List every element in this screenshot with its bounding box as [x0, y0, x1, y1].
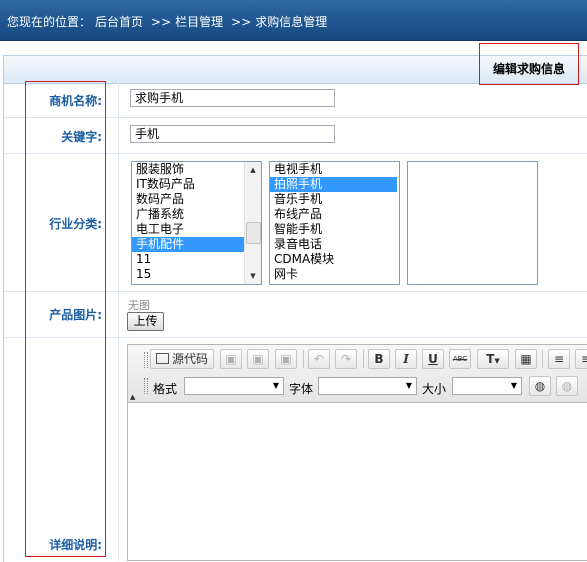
list-item[interactable]: 电工电子: [132, 222, 261, 237]
list-item-selected[interactable]: 拍照手机: [270, 177, 397, 192]
paste-icon: ▣: [280, 352, 292, 366]
underline-icon: U: [428, 352, 438, 366]
strikethrough-icon: ABC: [452, 355, 468, 363]
copy-icon: ▣: [252, 352, 264, 366]
bold-button[interactable]: B: [368, 349, 390, 369]
list-item[interactable]: 录音电话: [270, 237, 399, 252]
italic-icon: I: [403, 352, 409, 366]
scroll-up-icon[interactable]: ▲: [245, 162, 261, 178]
scroll-down-icon[interactable]: ▼: [245, 268, 261, 284]
editor-toolbar: 源代码 ▣ ▣ ▣ ↶ ↷ B I U ABC T▼ ▦ ≡ ≡ 格式 ▼ 字体…: [128, 345, 587, 403]
top-bar: 您现在的位置： 后台首页 >> 栏目管理 >> 求购信息管理: [0, 0, 587, 41]
list-item-selected[interactable]: 手机配件: [132, 237, 245, 252]
name-label: 商机名称:: [49, 94, 102, 108]
list-item[interactable]: 布线产品: [270, 207, 399, 222]
unlink-button[interactable]: ◍: [556, 376, 578, 396]
undo-button[interactable]: ↶: [308, 349, 330, 369]
upload-button[interactable]: 上传: [127, 312, 164, 331]
chevron-down-icon: ▼: [494, 357, 500, 365]
undo-icon: ↶: [313, 352, 325, 366]
copy-button[interactable]: ▣: [247, 349, 269, 369]
toolbar-grip[interactable]: [144, 378, 148, 394]
align-left-button[interactable]: ≡: [548, 349, 570, 369]
industry-level2-list[interactable]: 电视手机 拍照手机 音乐手机 布线产品 智能手机 录音电话 CDMA模块 网卡: [269, 161, 400, 285]
unlink-icon: ◍: [561, 379, 573, 393]
breadcrumb-separator: >>: [151, 15, 172, 29]
list-item[interactable]: 11: [132, 252, 261, 267]
align-icon: ≡: [553, 352, 565, 366]
breadcrumb-home[interactable]: 后台首页: [95, 15, 143, 29]
collapse-toolbar-icon[interactable]: ▲: [130, 393, 135, 401]
no-image-text: 无图: [128, 299, 150, 312]
cut-icon: ▣: [225, 352, 237, 366]
rich-text-editor: 源代码 ▣ ▣ ▣ ↶ ↷ B I U ABC T▼ ▦ ≡ ≡ 格式 ▼ 字体…: [127, 344, 587, 561]
industry-level1-list[interactable]: 服装服饰 IT数码产品 数码产品 广播系统 电工电子 手机配件 11 15 ▲ …: [131, 161, 262, 285]
link-button[interactable]: ◍: [529, 376, 551, 396]
list-item[interactable]: 15: [132, 267, 261, 282]
format-label: 格式: [153, 382, 178, 396]
redo-icon: ↷: [340, 352, 352, 366]
toolbar-separator: [363, 350, 364, 368]
chevron-down-icon: ▼: [405, 381, 413, 390]
font-label: 字体: [289, 382, 314, 396]
breadcrumb-prefix: 您现在的位置：: [7, 15, 92, 29]
source-code-label: 源代码: [172, 352, 209, 366]
breadcrumb-purchase-info[interactable]: 求购信息管理: [255, 15, 327, 29]
list-item[interactable]: 音乐手机: [270, 192, 399, 207]
align-center-button[interactable]: ≡: [575, 349, 587, 369]
bold-icon: B: [374, 352, 384, 366]
size-select[interactable]: ▼: [452, 377, 522, 395]
name-input[interactable]: 求购手机: [130, 89, 335, 107]
list-item[interactable]: CDMA模块: [270, 252, 399, 267]
paste-button[interactable]: ▣: [275, 349, 297, 369]
list-item[interactable]: 网卡: [270, 267, 399, 282]
list-item[interactable]: 服装服饰: [132, 162, 261, 177]
toolbar-separator: [303, 350, 304, 368]
industry-label: 行业分类:: [49, 217, 102, 231]
toolbar-separator: [542, 350, 543, 368]
format-select[interactable]: ▼: [184, 377, 284, 395]
redo-button[interactable]: ↷: [335, 349, 357, 369]
list-item[interactable]: 广播系统: [132, 207, 261, 222]
list-item[interactable]: IT数码产品: [132, 177, 261, 192]
toolbar-grip[interactable]: [144, 352, 148, 368]
panel-title: 编辑求购信息: [479, 43, 579, 85]
list-scrollbar[interactable]: ▲ ▼: [244, 162, 261, 284]
chevron-down-icon: ▼: [510, 381, 518, 390]
strikethrough-button[interactable]: ABC: [449, 349, 471, 369]
keyword-label: 关键字:: [61, 130, 102, 144]
list-item[interactable]: 电视手机: [270, 162, 399, 177]
detail-label: 详细说明:: [49, 538, 102, 552]
italic-button[interactable]: I: [395, 349, 417, 369]
source-icon: [156, 353, 169, 364]
source-code-button[interactable]: 源代码: [150, 349, 214, 369]
breadcrumb: 您现在的位置： 后台首页 >> 栏目管理 >> 求购信息管理: [7, 13, 331, 30]
scroll-thumb[interactable]: [246, 222, 261, 244]
list-item[interactable]: 数码产品: [132, 192, 261, 207]
align-center-icon: ≡: [580, 352, 587, 366]
industry-level3-list[interactable]: [407, 161, 538, 285]
breadcrumb-separator: >>: [231, 15, 252, 29]
column-divider: [118, 83, 119, 561]
table-button[interactable]: ▦: [515, 349, 537, 369]
text-color-button[interactable]: T▼: [477, 349, 509, 369]
breadcrumb-column-management[interactable]: 栏目管理: [175, 15, 223, 29]
table-icon: ▦: [520, 352, 532, 366]
chevron-down-icon: ▼: [272, 381, 280, 390]
keyword-input[interactable]: 手机: [130, 125, 335, 143]
underline-button[interactable]: U: [422, 349, 444, 369]
link-icon: ◍: [534, 379, 546, 393]
cut-button[interactable]: ▣: [220, 349, 242, 369]
image-label: 产品图片:: [49, 308, 102, 322]
font-select[interactable]: ▼: [318, 377, 417, 395]
list-item[interactable]: 智能手机: [270, 222, 399, 237]
size-label: 大小: [422, 382, 447, 396]
